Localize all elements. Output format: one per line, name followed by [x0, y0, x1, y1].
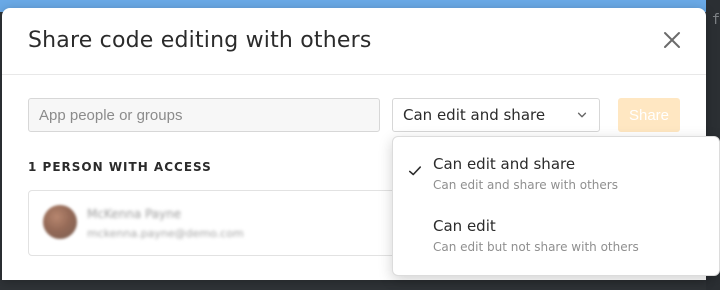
checkmark-icon — [407, 163, 423, 179]
modal-header: Share code editing with others — [2, 8, 706, 75]
permission-select[interactable]: Can edit and share — [392, 98, 600, 132]
permission-option-description: Can edit and share with others — [433, 178, 618, 192]
close-icon — [664, 32, 680, 48]
person-row: McKenna Payne mckenna.payne@demo.com — [28, 190, 438, 256]
permission-option-can-edit[interactable]: Can edit Can edit but not share with oth… — [393, 199, 719, 259]
chevron-down-icon — [575, 108, 589, 122]
permission-dropdown-menu: Can edit and share Can edit and share wi… — [392, 136, 720, 276]
share-button[interactable]: Share — [618, 98, 680, 132]
permission-option-can-edit-and-share[interactable]: Can edit and share Can edit and share wi… — [393, 137, 719, 197]
permission-option-label: Can edit — [433, 217, 496, 235]
person-email: mckenna.payne@demo.com — [87, 227, 244, 240]
access-section-label: 1 PERSON WITH ACCESS — [28, 160, 212, 174]
permission-option-description: Can edit but not share with others — [433, 240, 639, 254]
modal-title: Share code editing with others — [28, 28, 372, 53]
close-button[interactable] — [658, 26, 686, 54]
permission-select-value: Can edit and share — [403, 106, 546, 124]
people-search-input[interactable] — [28, 98, 380, 132]
editor-background-glyph: f — [711, 12, 720, 28]
avatar — [43, 205, 77, 239]
permission-option-label: Can edit and share — [433, 155, 576, 173]
person-name: McKenna Payne — [87, 207, 182, 221]
share-row: Can edit and share Share — [28, 98, 684, 134]
